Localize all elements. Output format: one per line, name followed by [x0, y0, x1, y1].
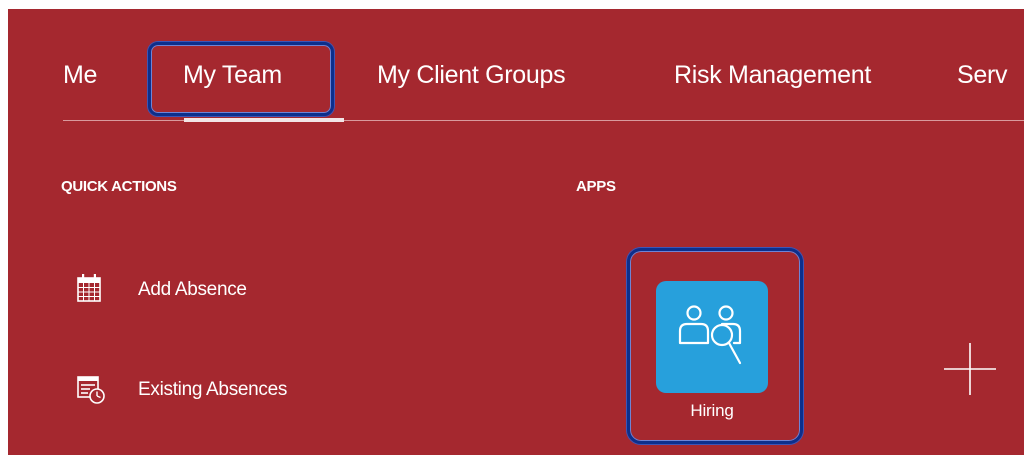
screenshot-frame: Me My Team My Client Groups Risk Managem… [0, 0, 1024, 455]
navigator-panel: Me My Team My Client Groups Risk Managem… [8, 9, 1024, 455]
tab-me[interactable]: Me [63, 61, 97, 90]
callout-highlight-my-team [148, 42, 334, 116]
active-tab-underline [184, 118, 344, 122]
plus-icon [942, 343, 998, 401]
calendar-icon [76, 273, 102, 303]
tab-my-client-groups[interactable]: My Client Groups [377, 61, 566, 90]
callout-highlight-hiring [627, 248, 803, 444]
quick-actions-heading: QUICK ACTIONS [61, 178, 177, 195]
calendar-clock-icon [76, 375, 105, 405]
quick-action-label: Add Absence [138, 279, 247, 300]
apps-heading: APPS [576, 178, 616, 195]
tab-risk-management[interactable]: Risk Management [674, 61, 871, 90]
add-app-button[interactable] [942, 341, 998, 397]
quick-action-label: Existing Absences [138, 379, 288, 400]
tab-service[interactable]: Serv [957, 61, 1008, 90]
